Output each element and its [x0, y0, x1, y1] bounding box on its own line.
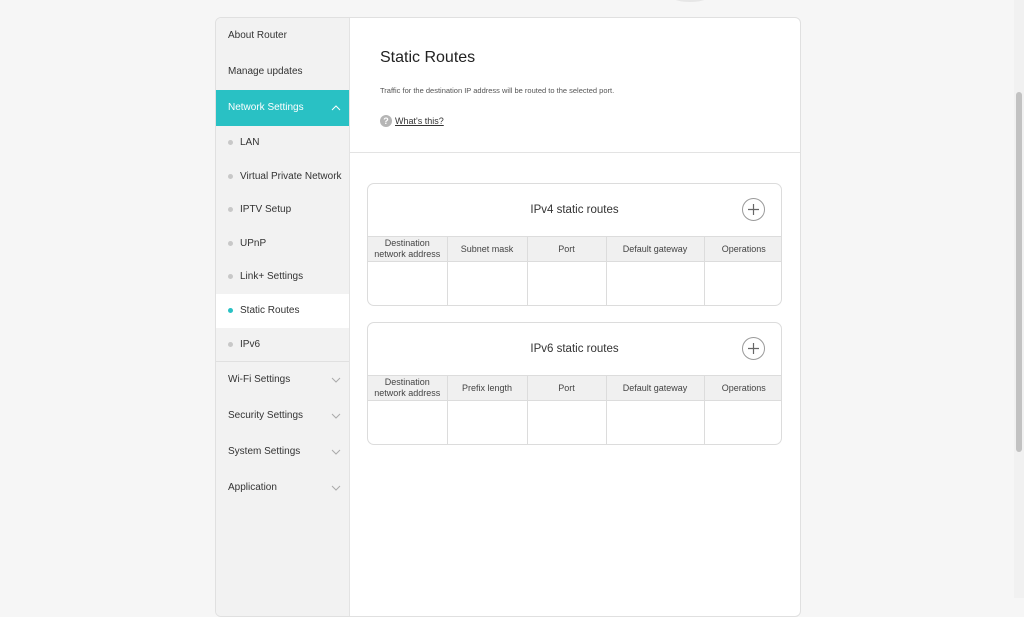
- column-header: Prefix length: [446, 375, 528, 401]
- column-header: Operations: [703, 375, 781, 401]
- bullet-icon: [228, 173, 233, 179]
- plus-icon: [748, 204, 759, 215]
- sidebar-item-system-settings[interactable]: System Settings: [216, 434, 349, 470]
- bullet-icon: [228, 140, 233, 145]
- help-row: ? What's this?: [380, 115, 800, 127]
- ipv4-card-title: IPv4 static routes: [530, 204, 619, 216]
- sidebar-item-application[interactable]: Application: [216, 470, 349, 506]
- sidebar-item-label: Static Routes: [240, 304, 300, 316]
- sidebar-item-label: IPTV Setup: [240, 204, 292, 216]
- chevron-down-icon: [331, 470, 341, 506]
- bullet-icon: [228, 207, 233, 213]
- sidebar-item-label: Application: [228, 482, 277, 494]
- column-header: Port: [526, 236, 607, 262]
- ipv6-routes-card: IPv6 static routes Destination network a…: [367, 322, 782, 445]
- table-cell: [368, 261, 448, 305]
- page-header: Static Routes Traffic for the destinatio…: [350, 18, 800, 153]
- column-header: Destination network address: [368, 236, 448, 262]
- bullet-icon: [228, 307, 233, 313]
- chevron-down-icon: [331, 434, 341, 470]
- column-header: Subnet mask: [446, 236, 528, 262]
- page-description: Traffic for the destination IP address w…: [380, 86, 615, 95]
- sidebar-item-network-settings[interactable]: Network Settings: [216, 90, 349, 126]
- sidebar-item-manage-updates[interactable]: Manage updates: [216, 54, 349, 90]
- table-cell: [605, 261, 705, 305]
- table-header-row: Destination network address Subnet mask …: [368, 236, 781, 262]
- sidebar-item-link-plus-settings[interactable]: Link+ Settings: [216, 260, 349, 294]
- whats-this-link[interactable]: What's this?: [395, 116, 444, 126]
- sidebar-item-label: Security Settings: [228, 410, 304, 422]
- chevron-down-icon: [331, 362, 341, 398]
- ipv4-routes-table: Destination network address Subnet mask …: [368, 236, 781, 305]
- sidebar-item-label: Virtual Private Network: [240, 170, 342, 182]
- table-cell: [526, 400, 607, 444]
- table-header-row: Destination network address Prefix lengt…: [368, 375, 781, 401]
- add-ipv4-route-button[interactable]: [742, 198, 765, 221]
- scrollbar[interactable]: [1014, 0, 1024, 598]
- sidebar-item-label: Wi-Fi Settings: [228, 374, 291, 386]
- ipv6-routes-table: Destination network address Prefix lengt…: [368, 375, 781, 444]
- plus-icon: [748, 343, 759, 354]
- column-header: Destination network address: [368, 375, 448, 401]
- column-header: Default gateway: [605, 375, 705, 401]
- sidebar-item-security-settings[interactable]: Security Settings: [216, 398, 349, 434]
- sidebar-item-vpn[interactable]: Virtual Private Network: [216, 160, 349, 194]
- ipv4-card-header: IPv4 static routes: [368, 184, 781, 236]
- bullet-icon: [228, 240, 233, 246]
- sidebar-item-iptv-setup[interactable]: IPTV Setup: [216, 193, 349, 227]
- sidebar-item-label: LAN: [240, 137, 260, 148]
- add-ipv6-route-button[interactable]: [742, 337, 765, 360]
- sidebar-item-upnp[interactable]: UPnP: [216, 227, 349, 261]
- ipv4-routes-card: IPv4 static routes Destination network a…: [367, 183, 782, 306]
- table-cell: [368, 400, 448, 444]
- ipv6-card-title: IPv6 static routes: [530, 343, 619, 355]
- ipv6-card-header: IPv6 static routes: [368, 323, 781, 375]
- bullet-icon: [228, 341, 233, 347]
- table-cell: [446, 400, 528, 444]
- column-header: Port: [526, 375, 607, 401]
- chevron-up-icon: [331, 90, 341, 126]
- sidebar-item-wifi-settings[interactable]: Wi-Fi Settings: [216, 362, 349, 398]
- table-cell: [703, 400, 781, 444]
- page-top-decoration: [672, 0, 708, 2]
- column-header: Operations: [703, 236, 781, 262]
- bullet-icon: [228, 274, 233, 280]
- table-row: [368, 400, 781, 444]
- sidebar-item-ipv6[interactable]: IPv6: [216, 328, 349, 362]
- question-circle-icon: ?: [380, 115, 392, 127]
- page-title: Static Routes: [380, 49, 476, 66]
- sidebar-item-label: Network Settings: [228, 102, 304, 113]
- router-settings-panel: About Router Manage updates Network Sett…: [215, 17, 801, 617]
- table-cell: [605, 400, 705, 444]
- chevron-down-icon: [331, 398, 341, 434]
- table-cell: [703, 261, 781, 305]
- sidebar-item-label: UPnP: [240, 237, 267, 249]
- sidebar-item-label: IPv6: [240, 338, 261, 350]
- table-cell: [526, 261, 607, 305]
- sidebar: About Router Manage updates Network Sett…: [216, 18, 350, 616]
- column-header: Default gateway: [605, 236, 705, 262]
- table-cell: [446, 261, 528, 305]
- sidebar-item-about-router[interactable]: About Router: [216, 18, 349, 54]
- sidebar-item-label: Link+ Settings: [240, 271, 304, 283]
- sidebar-item-static-routes[interactable]: Static Routes: [216, 293, 349, 328]
- table-row: [368, 261, 781, 305]
- scrollbar-thumb[interactable]: [1016, 92, 1022, 452]
- sidebar-item-lan[interactable]: LAN: [216, 126, 349, 160]
- main-content: Static Routes Traffic for the destinatio…: [350, 18, 800, 616]
- sidebar-item-label: System Settings: [228, 446, 301, 458]
